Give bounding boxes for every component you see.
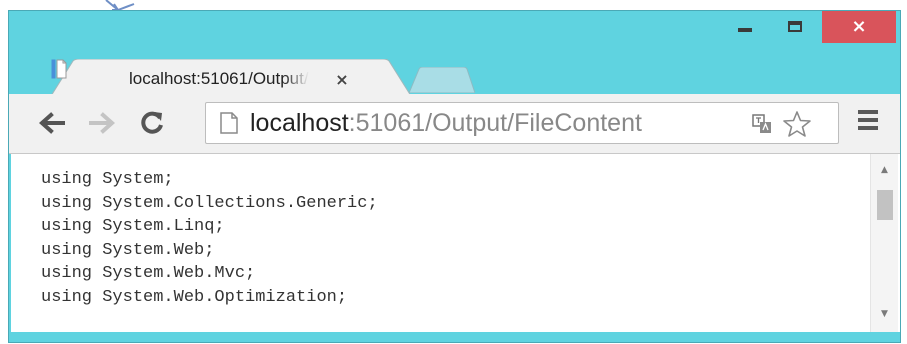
forward-arrow-icon bbox=[89, 112, 115, 134]
translate-icon[interactable] bbox=[752, 114, 772, 134]
forward-button[interactable] bbox=[85, 106, 119, 140]
close-icon: × bbox=[851, 16, 867, 37]
window-bottom-border bbox=[9, 332, 900, 342]
reload-icon bbox=[141, 111, 163, 134]
code-line: using System.Linq; bbox=[41, 217, 225, 236]
tab-close-icon[interactable]: × bbox=[331, 68, 353, 90]
maximize-button[interactable] bbox=[773, 11, 817, 41]
page-favicon-icon bbox=[51, 59, 67, 79]
code-line: using System.Web.Optimization; bbox=[41, 287, 348, 307]
browser-window: × localhost:51061/Output/FileContent × bbox=[8, 10, 901, 343]
page-icon bbox=[220, 112, 238, 134]
back-arrow-icon bbox=[39, 112, 65, 134]
new-tab-button[interactable] bbox=[409, 67, 475, 93]
address-bar[interactable]: localhost:51061/Output/FileContent bbox=[205, 102, 839, 144]
back-button[interactable] bbox=[35, 106, 69, 140]
close-window-button[interactable]: × bbox=[822, 11, 896, 43]
tab-active[interactable]: localhost:51061/Output/FileContent × bbox=[51, 59, 411, 96]
scrollbar-thumb[interactable] bbox=[877, 190, 893, 220]
tab-strip: localhost:51061/Output/FileContent × bbox=[9, 49, 900, 96]
menu-line bbox=[858, 110, 878, 114]
code-line: using System; bbox=[41, 170, 174, 189]
minimize-icon bbox=[738, 28, 752, 32]
scroll-up-arrow-icon[interactable]: ▲ bbox=[871, 160, 898, 180]
url-text[interactable]: localhost:51061/Output/FileContent bbox=[250, 108, 642, 138]
minimize-button[interactable] bbox=[727, 11, 763, 41]
vertical-scrollbar[interactable]: ▲ ▼ bbox=[870, 154, 898, 332]
screenshot-canvas: × localhost:51061/Output/FileContent × bbox=[0, 0, 907, 344]
url-path: :51061/Output/FileContent bbox=[348, 109, 642, 137]
maximize-icon bbox=[788, 20, 802, 32]
file-content-text: using System; using System.Collections.Ge… bbox=[41, 168, 378, 309]
page-content[interactable]: using System; using System.Collections.Ge… bbox=[9, 154, 900, 332]
browser-toolbar: localhost:51061/Output/FileContent bbox=[9, 94, 900, 154]
bookmark-star-icon[interactable] bbox=[782, 110, 812, 138]
hamburger-menu-icon[interactable] bbox=[855, 110, 881, 136]
menu-line bbox=[858, 126, 878, 130]
tab-title: localhost:51061/Output/FileContent bbox=[129, 69, 309, 88]
menu-line bbox=[858, 118, 878, 122]
code-line: using System.Web.Mvc; bbox=[41, 264, 256, 283]
code-line: using System.Collections.Generic; bbox=[41, 193, 378, 213]
scroll-down-arrow-icon[interactable]: ▼ bbox=[871, 304, 898, 324]
reload-button[interactable] bbox=[135, 106, 169, 140]
url-host: localhost bbox=[250, 109, 349, 137]
code-line: using System.Web; bbox=[41, 240, 215, 260]
